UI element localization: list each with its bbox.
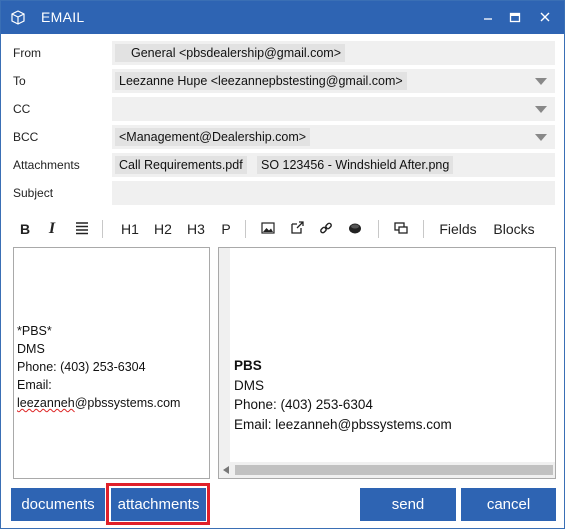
align-icon[interactable] [73, 218, 91, 240]
attachments-field[interactable]: Call Requirements.pdf SO 123456 - Windsh… [112, 153, 555, 177]
chevron-down-icon[interactable] [535, 134, 547, 141]
chevron-down-icon[interactable] [535, 106, 547, 113]
bcc-chip[interactable]: <Management@Dealership.com> [115, 128, 311, 146]
cc-field[interactable] [112, 97, 555, 121]
editor-line: Phone: (403) 253-6304 [17, 360, 146, 374]
formatting-toolbar: B I H1 H2 H3 P Fields Blocks [11, 216, 556, 242]
heading3-button[interactable]: H3 [185, 218, 207, 240]
subject-input[interactable] [112, 181, 555, 205]
cc-label: CC [13, 102, 31, 116]
to-field[interactable]: Leezanne Hupe <leezannepbstesting@gmail.… [112, 69, 555, 93]
preview-line: Phone: (403) 253-6304 [234, 397, 373, 412]
close-icon[interactable] [534, 7, 556, 27]
message-preview: PBS DMS Phone: (403) 253-6304 Email: lee… [218, 247, 556, 479]
preview-line: PBS [234, 358, 262, 373]
preview-gutter [219, 248, 230, 464]
maximize-icon[interactable] [504, 7, 526, 27]
heading1-button[interactable]: H1 [119, 218, 141, 240]
message-editor[interactable]: *PBS* DMS Phone: (403) 253-6304 Email: l… [13, 247, 210, 479]
scrollbar-thumb[interactable] [235, 465, 553, 475]
from-row: From General <pbsdealership@gmail.com> [1, 41, 564, 65]
external-link-icon[interactable] [288, 218, 306, 240]
attachment-chip[interactable]: SO 123456 - Windshield After.png [257, 156, 454, 174]
heading2-button[interactable]: H2 [152, 218, 174, 240]
subject-label: Subject [13, 186, 54, 200]
send-button[interactable]: send [360, 488, 456, 521]
scroll-left-icon[interactable] [223, 466, 229, 474]
blocks-button[interactable]: Blocks [490, 218, 538, 240]
editor-email-domain: @pbssystems.com [74, 396, 181, 410]
editor-line: DMS [17, 342, 45, 356]
bold-button[interactable]: B [17, 218, 33, 240]
email-window: EMAIL From General <pbsdealership@gmail.… [0, 0, 565, 529]
bcc-label: BCC [13, 130, 39, 144]
toolbar-divider [378, 220, 379, 238]
cc-row: CC [1, 97, 564, 121]
bcc-row: BCC <Management@Dealership.com> [1, 125, 564, 149]
attachments-highlight-box [106, 483, 210, 525]
to-label: To [13, 74, 26, 88]
toolbar-divider [102, 220, 103, 238]
from-label: From [13, 46, 41, 60]
attachments-row: Attachments Call Requirements.pdf SO 123… [1, 153, 564, 177]
cancel-button[interactable]: cancel [461, 488, 556, 521]
from-field[interactable]: General <pbsdealership@gmail.com> [112, 41, 555, 65]
circle-icon[interactable] [346, 218, 364, 240]
image-icon[interactable] [259, 218, 277, 240]
italic-button[interactable]: I [44, 218, 60, 240]
subject-row: Subject [1, 181, 564, 205]
bcc-field[interactable]: <Management@Dealership.com> [112, 125, 555, 149]
link-icon[interactable] [317, 218, 335, 240]
paragraph-button[interactable]: P [219, 218, 233, 240]
editor-line: *PBS* [17, 324, 52, 338]
window-title: EMAIL [41, 9, 85, 25]
cube-icon [9, 9, 27, 27]
toolbar-divider [245, 220, 246, 238]
editor-content: *PBS* DMS Phone: (403) 253-6304 Email: l… [17, 322, 180, 412]
horizontal-scrollbar[interactable] [219, 462, 555, 478]
attachments-label: Attachments [13, 158, 80, 172]
to-row: To Leezanne Hupe <leezannepbstesting@gma… [1, 69, 564, 93]
toolbar-divider [423, 220, 424, 238]
preview-content: PBS DMS Phone: (403) 253-6304 Email: lee… [234, 356, 452, 434]
attachment-chip[interactable]: Call Requirements.pdf [115, 156, 247, 174]
chevron-down-icon[interactable] [535, 78, 547, 85]
from-chip[interactable]: General <pbsdealership@gmail.com> [115, 44, 346, 62]
window-icon[interactable] [392, 218, 410, 240]
preview-line: DMS [234, 377, 264, 393]
to-chip[interactable]: Leezanne Hupe <leezannepbstesting@gmail.… [115, 72, 407, 90]
documents-button[interactable]: documents [11, 488, 105, 521]
title-bar: EMAIL [1, 1, 564, 34]
editor-line: Email: [17, 378, 52, 392]
fields-button[interactable]: Fields [437, 218, 479, 240]
misspelled-word: leezanneh [17, 396, 75, 410]
preview-line: Email: leezanneh@pbssystems.com [234, 416, 452, 432]
minimize-icon[interactable] [477, 7, 499, 27]
